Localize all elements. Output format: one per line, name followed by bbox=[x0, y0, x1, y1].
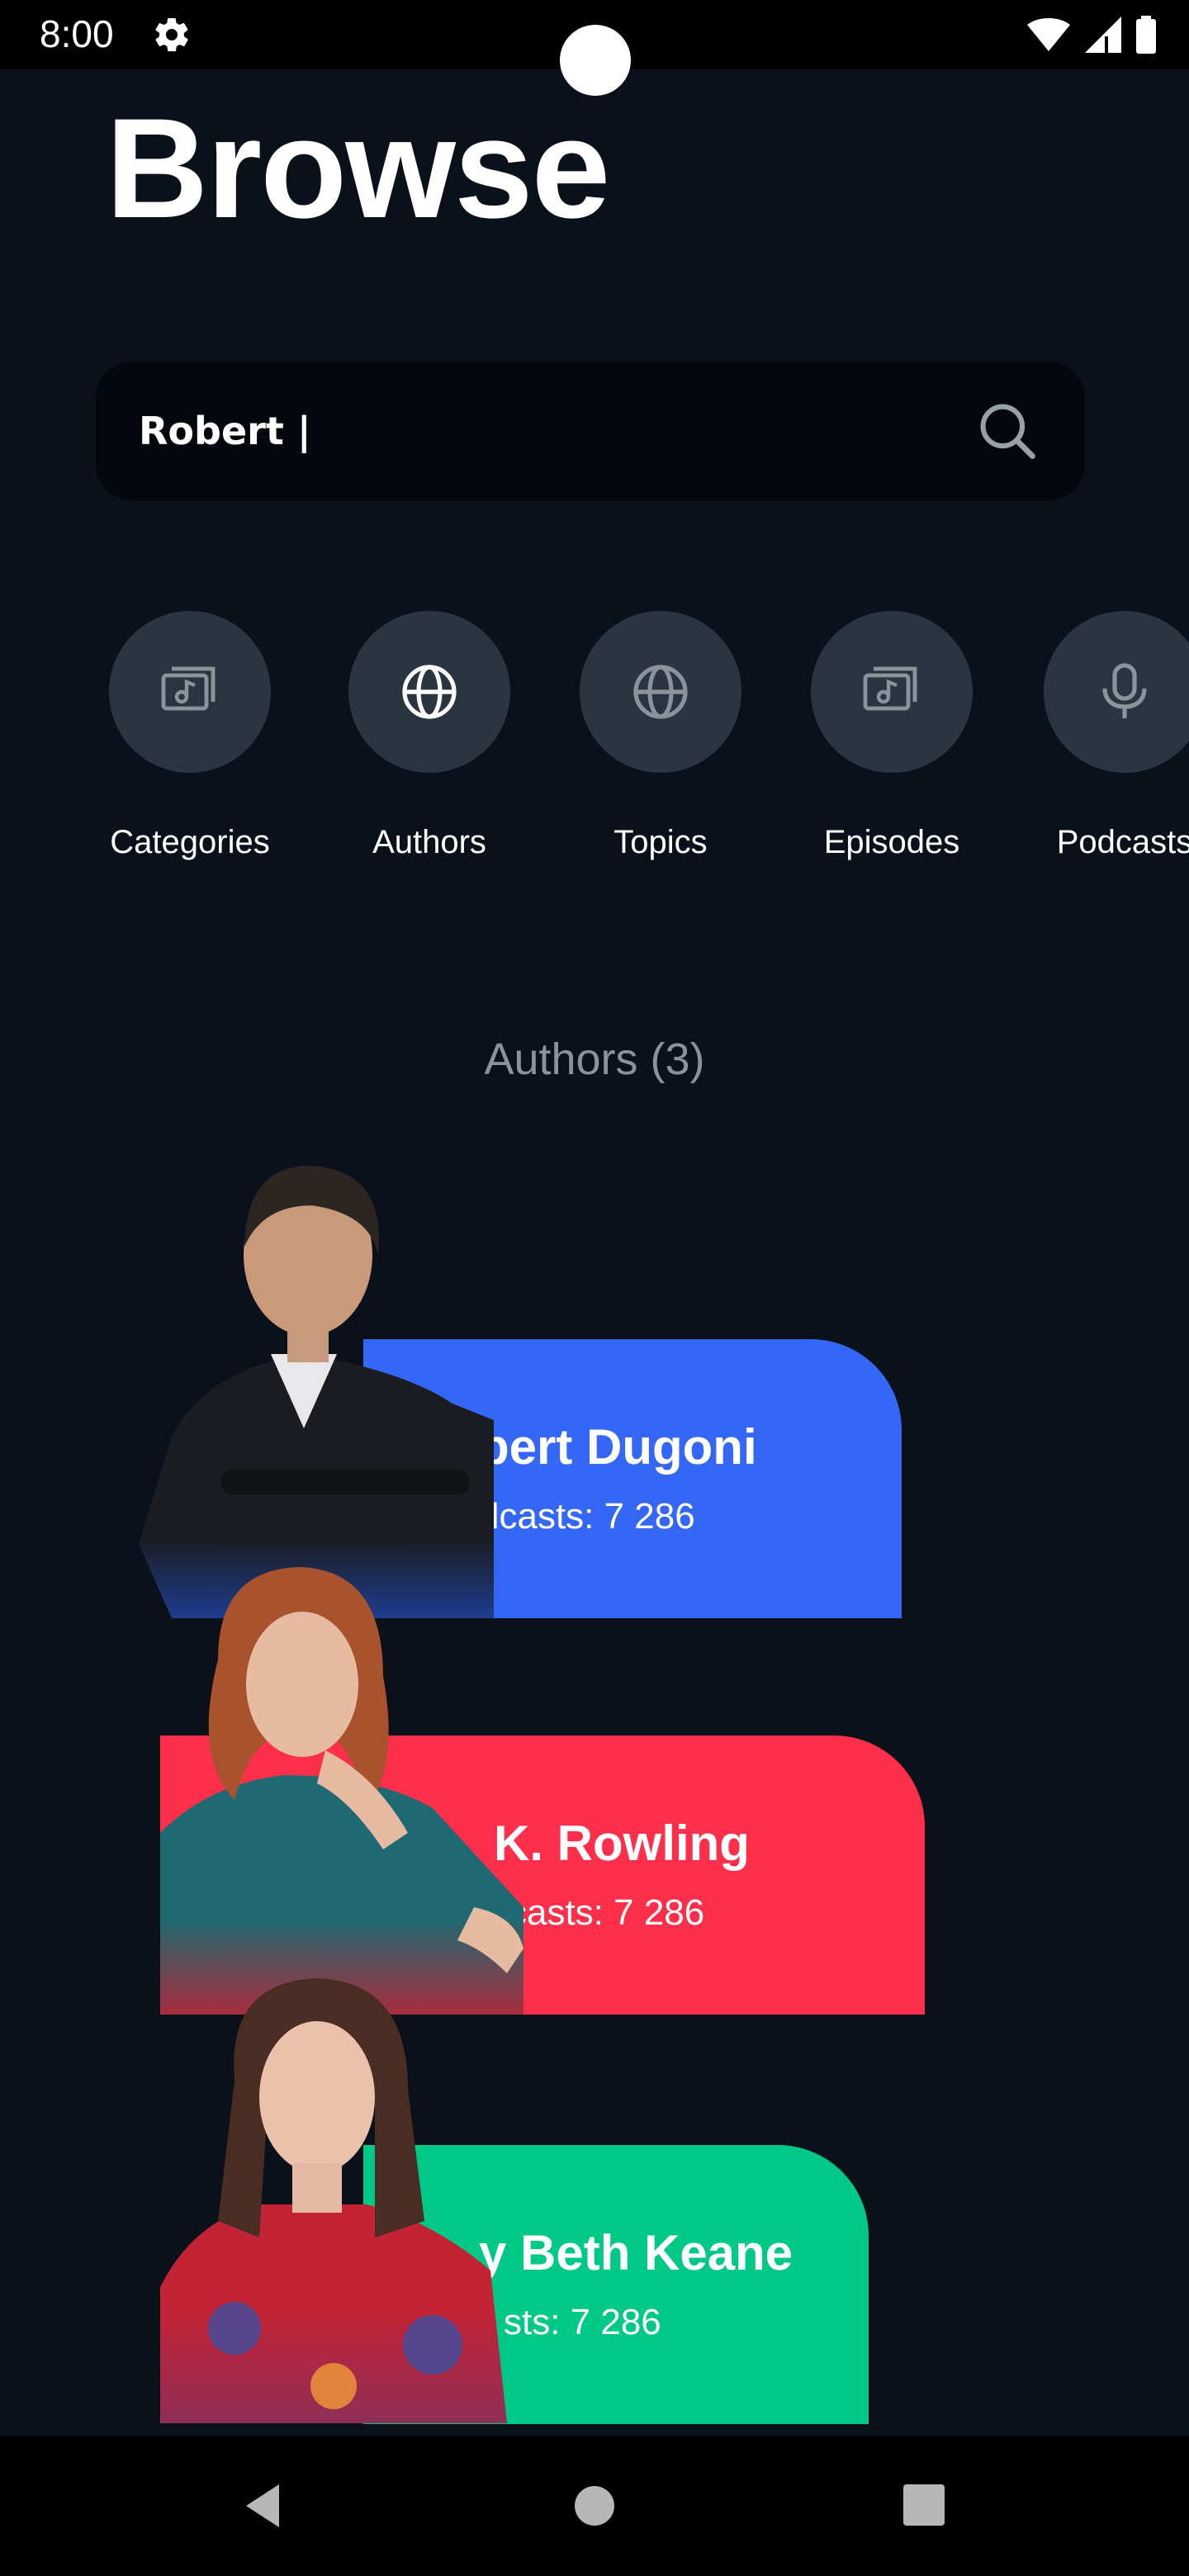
author-photo bbox=[139, 1165, 494, 1618]
status-time: 8:00 bbox=[40, 12, 114, 55]
category-label: Topics bbox=[613, 824, 708, 860]
recents-icon[interactable] bbox=[902, 2481, 946, 2531]
microphone-icon bbox=[1102, 663, 1147, 718]
back-icon[interactable] bbox=[239, 2481, 286, 2531]
battery-icon bbox=[1136, 16, 1156, 54]
category-circle[interactable] bbox=[1044, 611, 1189, 773]
search-input[interactable] bbox=[139, 398, 964, 464]
navigation-bar bbox=[0, 2436, 1189, 2576]
author-podcast-count: casts: 7 286 bbox=[509, 1892, 705, 1933]
search-icon[interactable] bbox=[976, 400, 1039, 462]
music-video-icon bbox=[161, 666, 216, 711]
author-photo bbox=[160, 1567, 523, 2015]
category-authors[interactable]: Authors bbox=[347, 611, 512, 860]
music-video-icon bbox=[863, 666, 917, 711]
author-name: bert Dugoni bbox=[479, 1419, 757, 1475]
category-label: Categories bbox=[110, 824, 270, 860]
category-label: Authors bbox=[372, 824, 486, 860]
settings-gear-icon bbox=[155, 18, 188, 52]
category-circle[interactable] bbox=[811, 611, 973, 773]
category-label: Podcasts bbox=[1056, 824, 1189, 860]
author-photo bbox=[160, 1978, 507, 2423]
author-name: K. Rowling bbox=[494, 1816, 750, 1871]
category-categories[interactable]: Categories bbox=[107, 611, 272, 860]
category-episodes[interactable]: Episodes bbox=[809, 611, 974, 860]
category-circle[interactable] bbox=[580, 611, 741, 773]
category-topics[interactable]: Topics bbox=[578, 611, 743, 860]
category-label: Episodes bbox=[823, 824, 960, 860]
camera-cutout bbox=[560, 25, 631, 96]
home-icon[interactable] bbox=[573, 2481, 616, 2531]
category-circle[interactable] bbox=[348, 611, 510, 773]
section-title: Authors (3) bbox=[484, 1035, 705, 1084]
globe-icon bbox=[402, 665, 457, 719]
author-podcast-count: sts: 7 286 bbox=[504, 2302, 661, 2342]
author-name: y Beth Keane bbox=[479, 2225, 793, 2280]
category-podcasts[interactable]: Podcasts bbox=[1042, 611, 1189, 860]
wifi-icon bbox=[1027, 18, 1070, 51]
author-podcast-count: dcasts: 7 286 bbox=[479, 1496, 695, 1537]
cell-signal-icon bbox=[1085, 17, 1121, 53]
status-icons bbox=[1027, 15, 1156, 54]
search-bar[interactable] bbox=[96, 362, 1085, 500]
globe-icon bbox=[633, 665, 688, 719]
category-circle[interactable] bbox=[109, 611, 271, 773]
page-title: Browse bbox=[106, 89, 610, 248]
